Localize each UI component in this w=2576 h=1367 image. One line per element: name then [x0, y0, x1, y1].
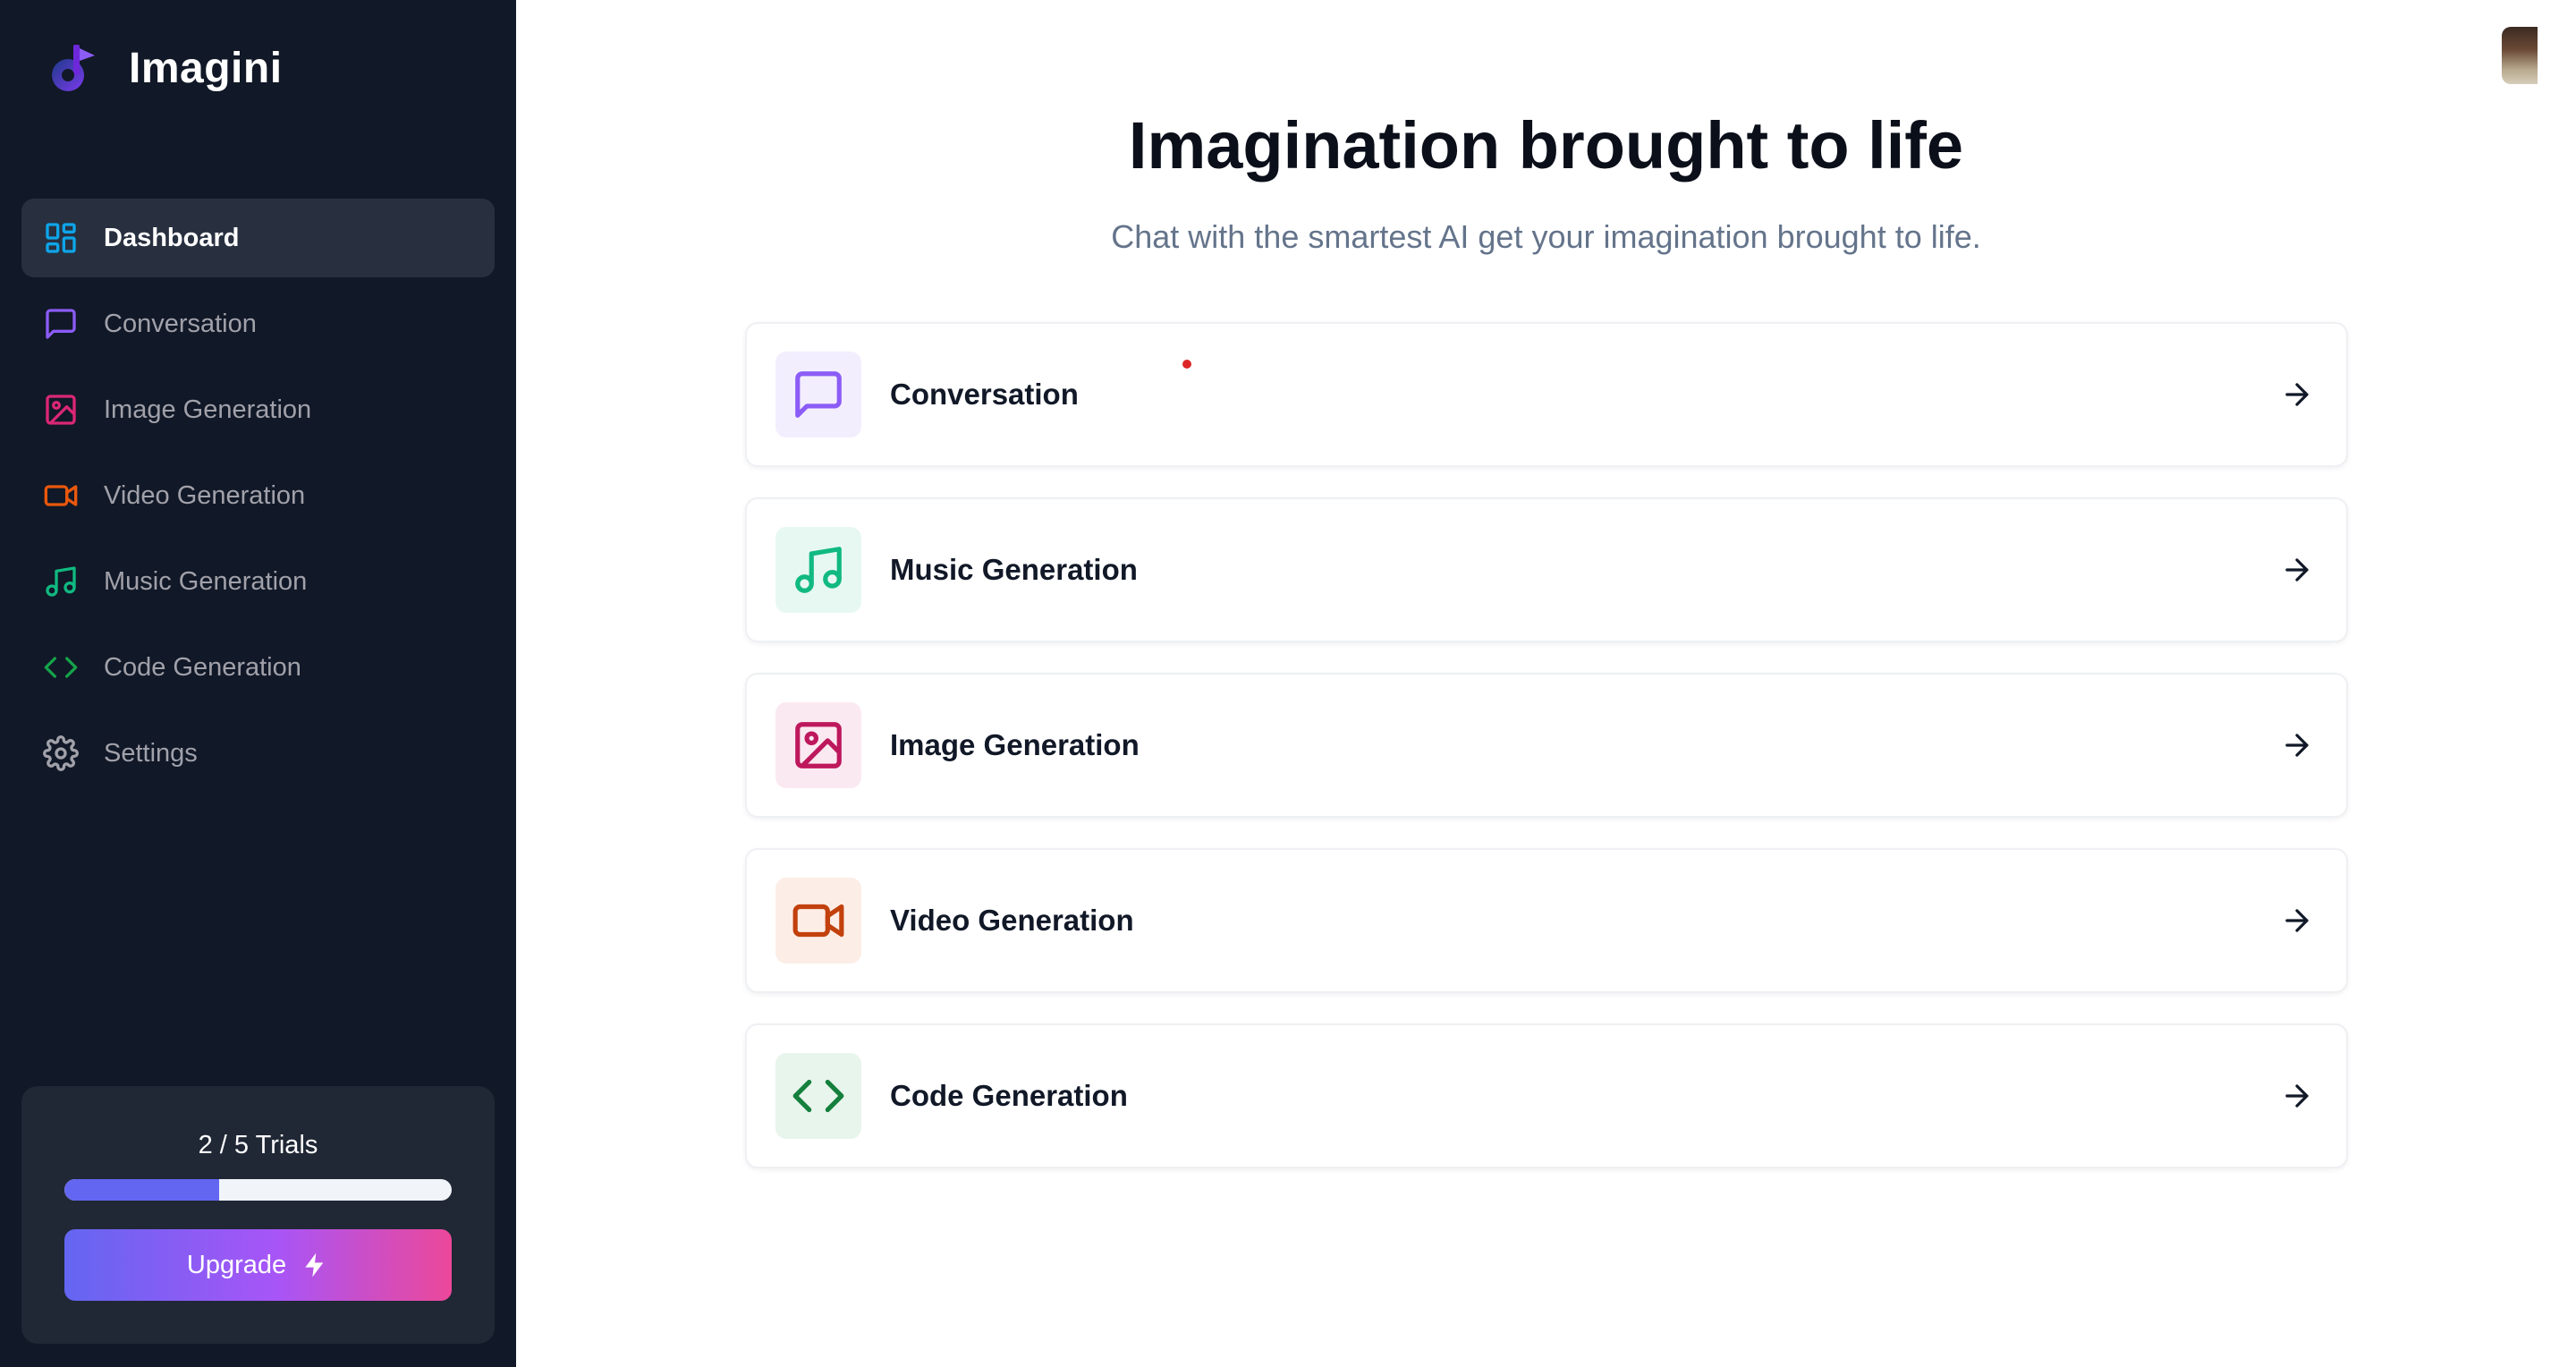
tool-card-video-generation[interactable]: Video Generation [745, 848, 2348, 993]
sidebar-item-label: Image Generation [104, 395, 312, 424]
sidebar-nav: Dashboard Conversation Image Generation … [21, 199, 495, 793]
sidebar: Imagini Dashboard Conversation Image Gen… [0, 0, 516, 1367]
tool-icon-box [775, 527, 861, 613]
sidebar-item-label: Video Generation [104, 480, 306, 510]
music-icon [795, 547, 842, 593]
page-title: Imagination brought to life [1128, 108, 1964, 183]
layout-dashboard-icon [46, 223, 76, 253]
sidebar-item-code-generation[interactable]: Code Generation [21, 628, 495, 707]
video-icon [792, 904, 844, 938]
message-square-icon [795, 371, 842, 418]
tool-label: Video Generation [890, 904, 1134, 937]
image-icon [46, 395, 76, 425]
video-icon [44, 485, 78, 506]
sidebar-item-label: Music Generation [104, 566, 308, 596]
page-subtitle: Chat with the smartest AI get your imagi… [1111, 218, 1981, 255]
user-avatar[interactable] [2502, 27, 2538, 84]
code-icon [792, 1079, 844, 1113]
tool-icon-box [775, 702, 861, 788]
tool-icon-box [775, 352, 861, 437]
trials-counter: 2 / 5 Trials [198, 1131, 318, 1159]
arrow-right-icon [2285, 558, 2309, 582]
sidebar-item-video-generation[interactable]: Video Generation [21, 456, 495, 535]
tool-card-music-generation[interactable]: Music Generation [745, 497, 2348, 642]
sidebar-item-settings[interactable]: Settings [21, 714, 495, 793]
tool-card-conversation[interactable]: Conversation [745, 322, 2348, 467]
logo-icon [52, 45, 95, 91]
upgrade-button[interactable]: Upgrade [64, 1229, 452, 1301]
tool-card-image-generation[interactable]: Image Generation [745, 673, 2348, 818]
sidebar-item-dashboard[interactable]: Dashboard [21, 199, 495, 277]
message-square-icon [46, 309, 76, 339]
tool-card-code-generation[interactable]: Code Generation [745, 1023, 2348, 1168]
tool-icon-box [775, 878, 861, 964]
sidebar-item-label: Conversation [104, 309, 257, 338]
sidebar-item-music-generation[interactable]: Music Generation [21, 542, 495, 621]
zap-icon [305, 1252, 324, 1278]
sidebar-item-label: Dashboard [104, 223, 240, 252]
logo-link[interactable]: Imagini [45, 39, 283, 97]
free-trial-card: 2 / 5 Trials Upgrade [21, 1086, 495, 1344]
image-icon [795, 722, 842, 768]
sidebar-item-conversation[interactable]: Conversation [21, 284, 495, 363]
app-name: Imagini [129, 44, 283, 92]
tool-icon-box [775, 1053, 861, 1139]
arrow-right-icon [2285, 734, 2309, 757]
sidebar-item-image-generation[interactable]: Image Generation [21, 370, 495, 449]
tool-label: Conversation [890, 378, 1079, 411]
tools-list: Conversation Music Generation Image Gene… [745, 322, 2348, 1168]
tool-label: Music Generation [890, 553, 1138, 586]
tool-label: Code Generation [890, 1079, 1128, 1112]
code-icon [44, 657, 78, 678]
trials-progress-fill [64, 1179, 220, 1201]
upgrade-button-label: Upgrade [186, 1250, 287, 1279]
settings-icon [43, 735, 79, 771]
trials-progress-bar [64, 1179, 452, 1201]
arrow-right-icon [2285, 909, 2309, 932]
sidebar-item-label: Code Generation [104, 652, 301, 682]
tool-label: Image Generation [890, 728, 1140, 761]
arrow-right-icon [2285, 1084, 2309, 1108]
music-icon [46, 566, 76, 597]
cursor-indicator [1182, 360, 1191, 369]
arrow-right-icon [2285, 383, 2309, 406]
sidebar-item-label: Settings [104, 738, 198, 768]
